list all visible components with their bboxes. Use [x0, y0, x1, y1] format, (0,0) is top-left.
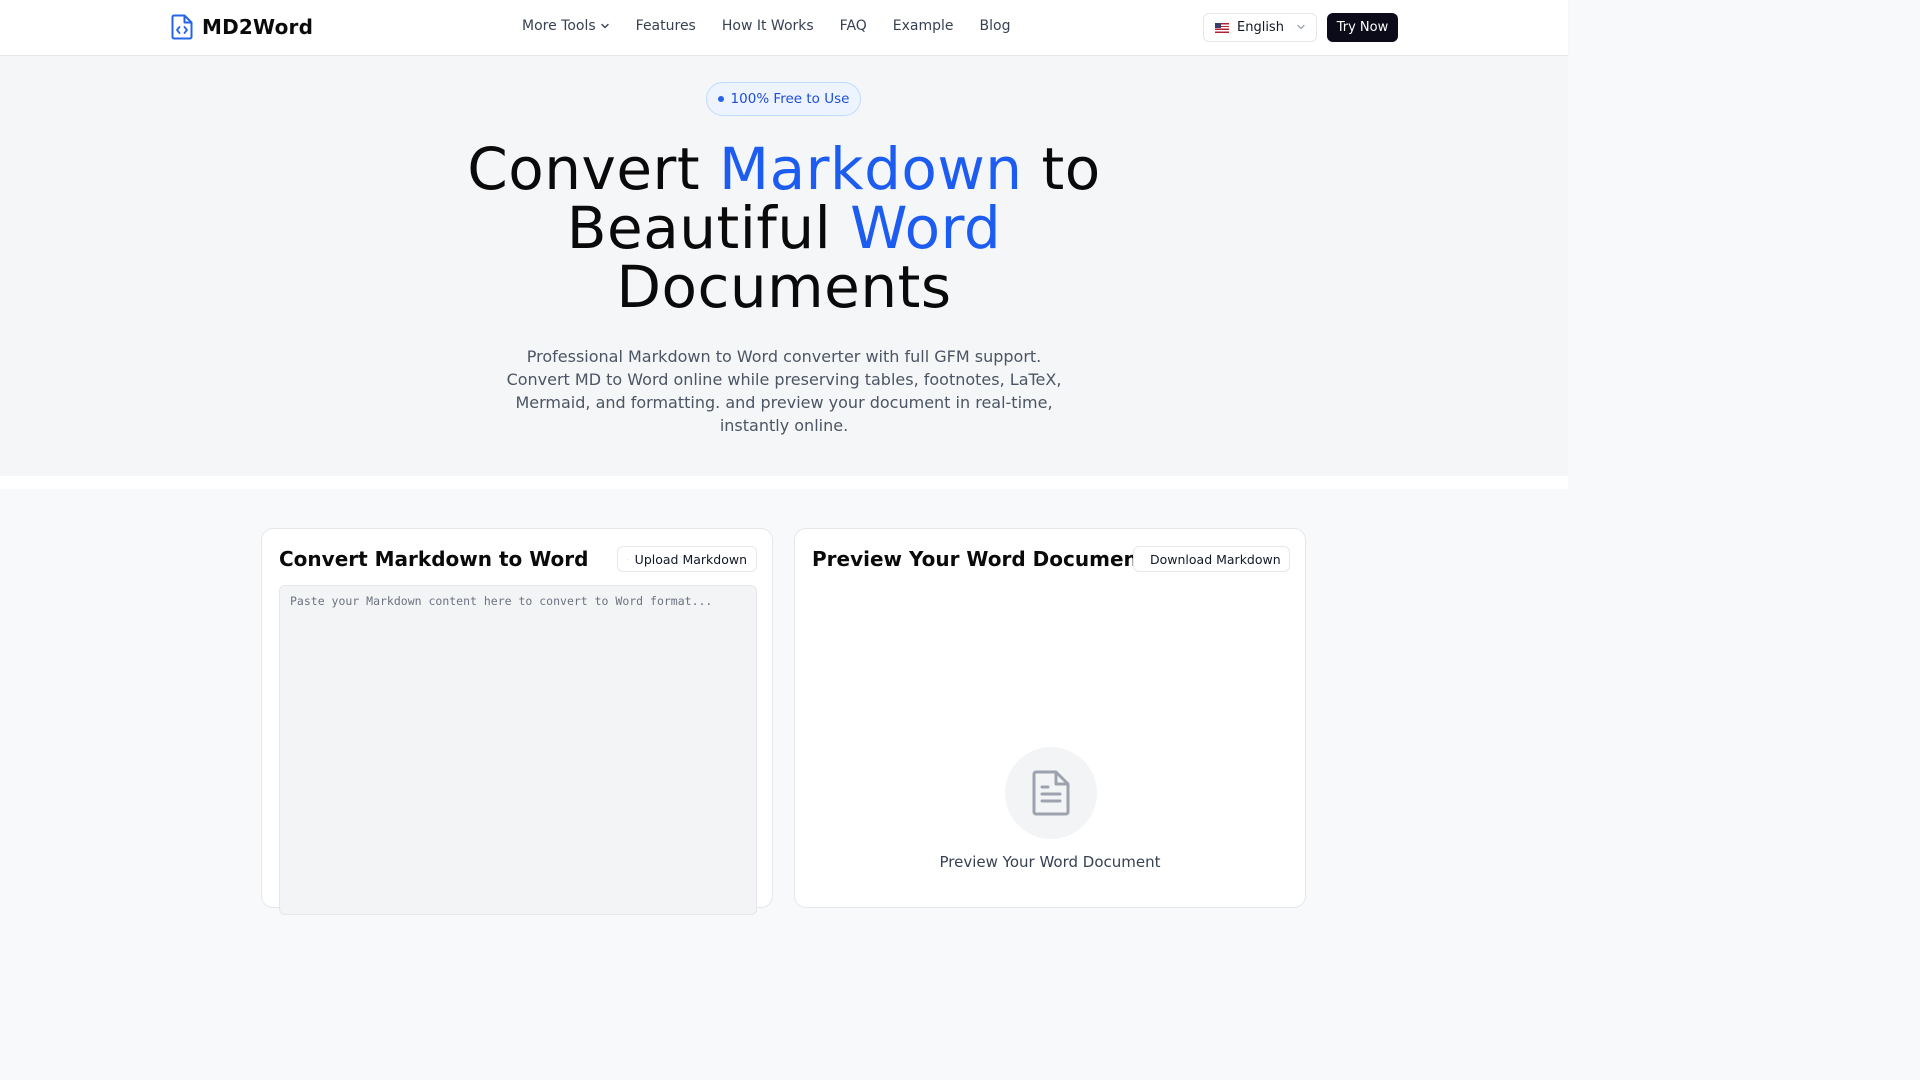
title-part: to	[1022, 135, 1101, 203]
nav-how-it-works[interactable]: How It Works	[722, 18, 814, 34]
upload-icon	[627, 558, 628, 560]
preview-card-title: Preview Your Word Document	[812, 547, 1148, 571]
chevron-down-icon	[600, 23, 609, 29]
title-part: Beautiful	[566, 194, 851, 262]
free-badge: 100% Free to Use	[706, 82, 861, 116]
title-part: Documents	[616, 253, 952, 321]
title-highlight-word: Word	[850, 194, 1002, 262]
section-divider	[0, 476, 1568, 489]
converter-section	[0, 489, 1568, 882]
main-nav: More Tools Features How It Works FAQ Exa…	[522, 18, 1037, 34]
title-part: Convert	[467, 135, 720, 203]
nav-faq[interactable]: FAQ	[840, 18, 867, 34]
try-now-button[interactable]: Try Now	[1327, 13, 1398, 42]
download-markdown-button[interactable]: Download Markdown	[1133, 546, 1290, 572]
hero-description: Professional Markdown to Word converter …	[506, 347, 1062, 435]
file-code-icon	[171, 14, 193, 40]
hero-title: Convert Markdown to Beautiful Word Documen…	[384, 140, 1184, 317]
markdown-input[interactable]	[279, 585, 757, 915]
nav-features[interactable]: Features	[636, 18, 696, 34]
markdown-editor-card: Convert Markdown to Word Upload Markdown	[261, 528, 773, 915]
nav-more-tools[interactable]: More Tools	[522, 18, 610, 34]
editor-card-title: Convert Markdown to Word	[279, 547, 589, 571]
nav-more-tools-label: More Tools	[522, 18, 596, 34]
us-flag-icon	[1215, 22, 1229, 33]
nav-example[interactable]: Example	[893, 18, 954, 34]
hero-section: 100% Free to Use Convert Markdown to Beau…	[0, 56, 1568, 476]
word-preview-card: Preview Your Word Document Download Mark…	[794, 528, 1306, 908]
nav-blog[interactable]: Blog	[980, 18, 1011, 34]
language-label: English	[1237, 20, 1284, 35]
badge-dot-icon	[717, 96, 724, 102]
top-navbar: MD2Word More Tools Features How It Works…	[0, 0, 1568, 56]
upload-markdown-button[interactable]: Upload Markdown	[617, 546, 757, 572]
chevron-down-icon	[1297, 24, 1305, 30]
badge-label: 100% Free to Use	[730, 91, 850, 107]
preview-placeholder	[1005, 747, 1097, 839]
preview-empty-text: Preview Your Word Document	[939, 853, 1161, 871]
upload-label: Upload Markdown	[634, 551, 747, 567]
download-label: Download Markdown	[1150, 551, 1281, 567]
language-select[interactable]: English	[1203, 13, 1317, 42]
logo-link[interactable]: MD2Word	[171, 14, 313, 40]
logo-text: MD2Word	[202, 15, 314, 39]
title-highlight-markdown: Markdown	[719, 135, 1023, 203]
document-icon	[1032, 770, 1070, 816]
